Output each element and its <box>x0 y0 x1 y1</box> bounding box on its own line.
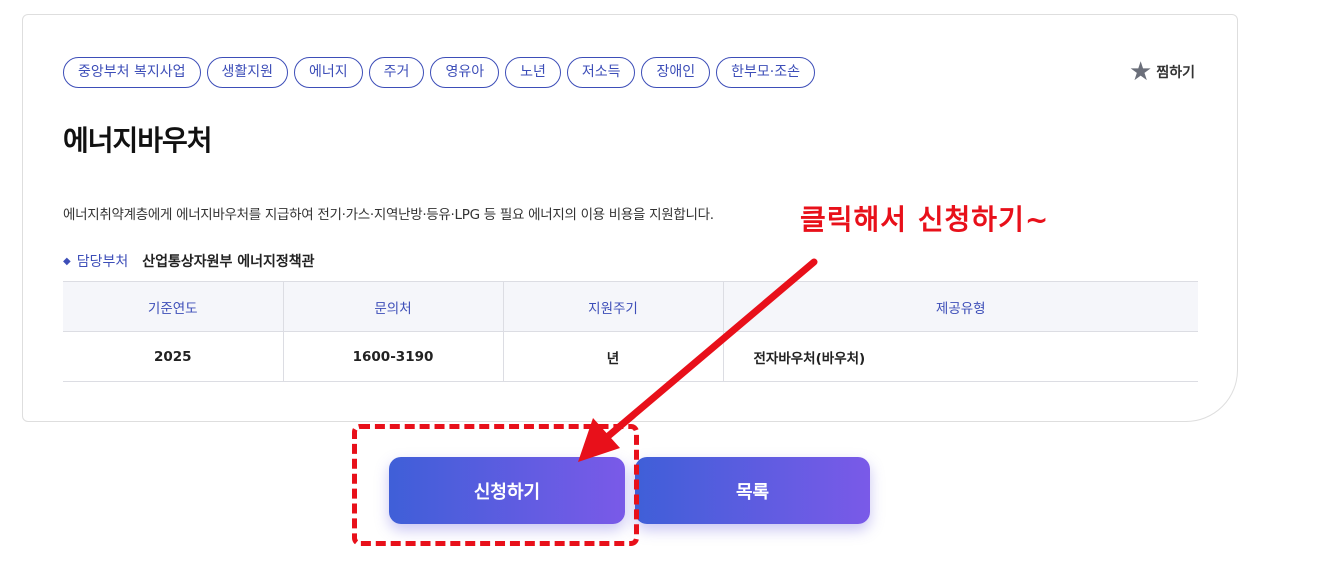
favorite-button[interactable]: ★ 찜하기 <box>1129 57 1195 87</box>
favorite-label: 찜하기 <box>1156 65 1195 81</box>
apply-button[interactable]: 신청하기 <box>389 457 625 524</box>
diamond-bullet-icon: ◆ <box>63 255 71 267</box>
header-support-cycle: 지원주기 <box>503 281 724 332</box>
tag-disabled[interactable]: 장애인 <box>641 57 711 88</box>
tag-elderly[interactable]: 노년 <box>505 57 561 88</box>
tag-infant[interactable]: 영유아 <box>430 57 500 88</box>
header-base-year: 기준연도 <box>63 281 284 332</box>
header-contact: 문의처 <box>283 281 504 332</box>
page-title: 에너지바우처 <box>63 124 213 157</box>
header-provision-type: 제공유형 <box>723 281 1198 332</box>
tag-energy[interactable]: 에너지 <box>294 57 363 88</box>
cell-contact: 1600-3190 <box>283 331 504 382</box>
service-description: 에너지취약계층에게 에너지바우처를 지급하여 전기·가스·지역난방·등유·LPG… <box>63 207 714 223</box>
welfare-detail-card: 중앙부처 복지사업 생활지원 에너지 주거 영유아 노년 저소득 장애인 한부모… <box>22 14 1238 422</box>
annotation-text: 클릭해서 신청하기~ <box>800 203 1050 236</box>
department-info: ◆ 담당부처 산업통상자원부 에너지정책관 <box>63 251 315 271</box>
tag-living-support[interactable]: 생활지원 <box>206 57 289 88</box>
department-value: 산업통상자원부 에너지정책관 <box>142 254 315 270</box>
cell-base-year: 2025 <box>63 331 284 382</box>
cell-support-cycle: 년 <box>503 331 724 382</box>
tag-single-parent[interactable]: 한부모·조손 <box>716 57 815 88</box>
category-tags: 중앙부처 복지사업 생활지원 에너지 주거 영유아 노년 저소득 장애인 한부모… <box>63 57 815 88</box>
star-icon: ★ <box>1129 57 1153 87</box>
table-header-row: 기준연도 문의처 지원주기 제공유형 <box>63 281 1198 332</box>
tag-low-income[interactable]: 저소득 <box>566 57 636 88</box>
table-row: 2025 1600-3190 년 전자바우처(바우처) <box>63 331 1198 382</box>
list-button[interactable]: 목록 <box>635 457 870 524</box>
tag-central-welfare[interactable]: 중앙부처 복지사업 <box>63 57 201 88</box>
department-label: 담당부처 <box>76 254 129 270</box>
cell-provision-type: 전자바우처(바우처) <box>723 331 1198 382</box>
tag-housing[interactable]: 주거 <box>368 57 425 88</box>
service-info-table: 기준연도 문의처 지원주기 제공유형 2025 1600-3190 년 전자바우… <box>63 281 1198 382</box>
